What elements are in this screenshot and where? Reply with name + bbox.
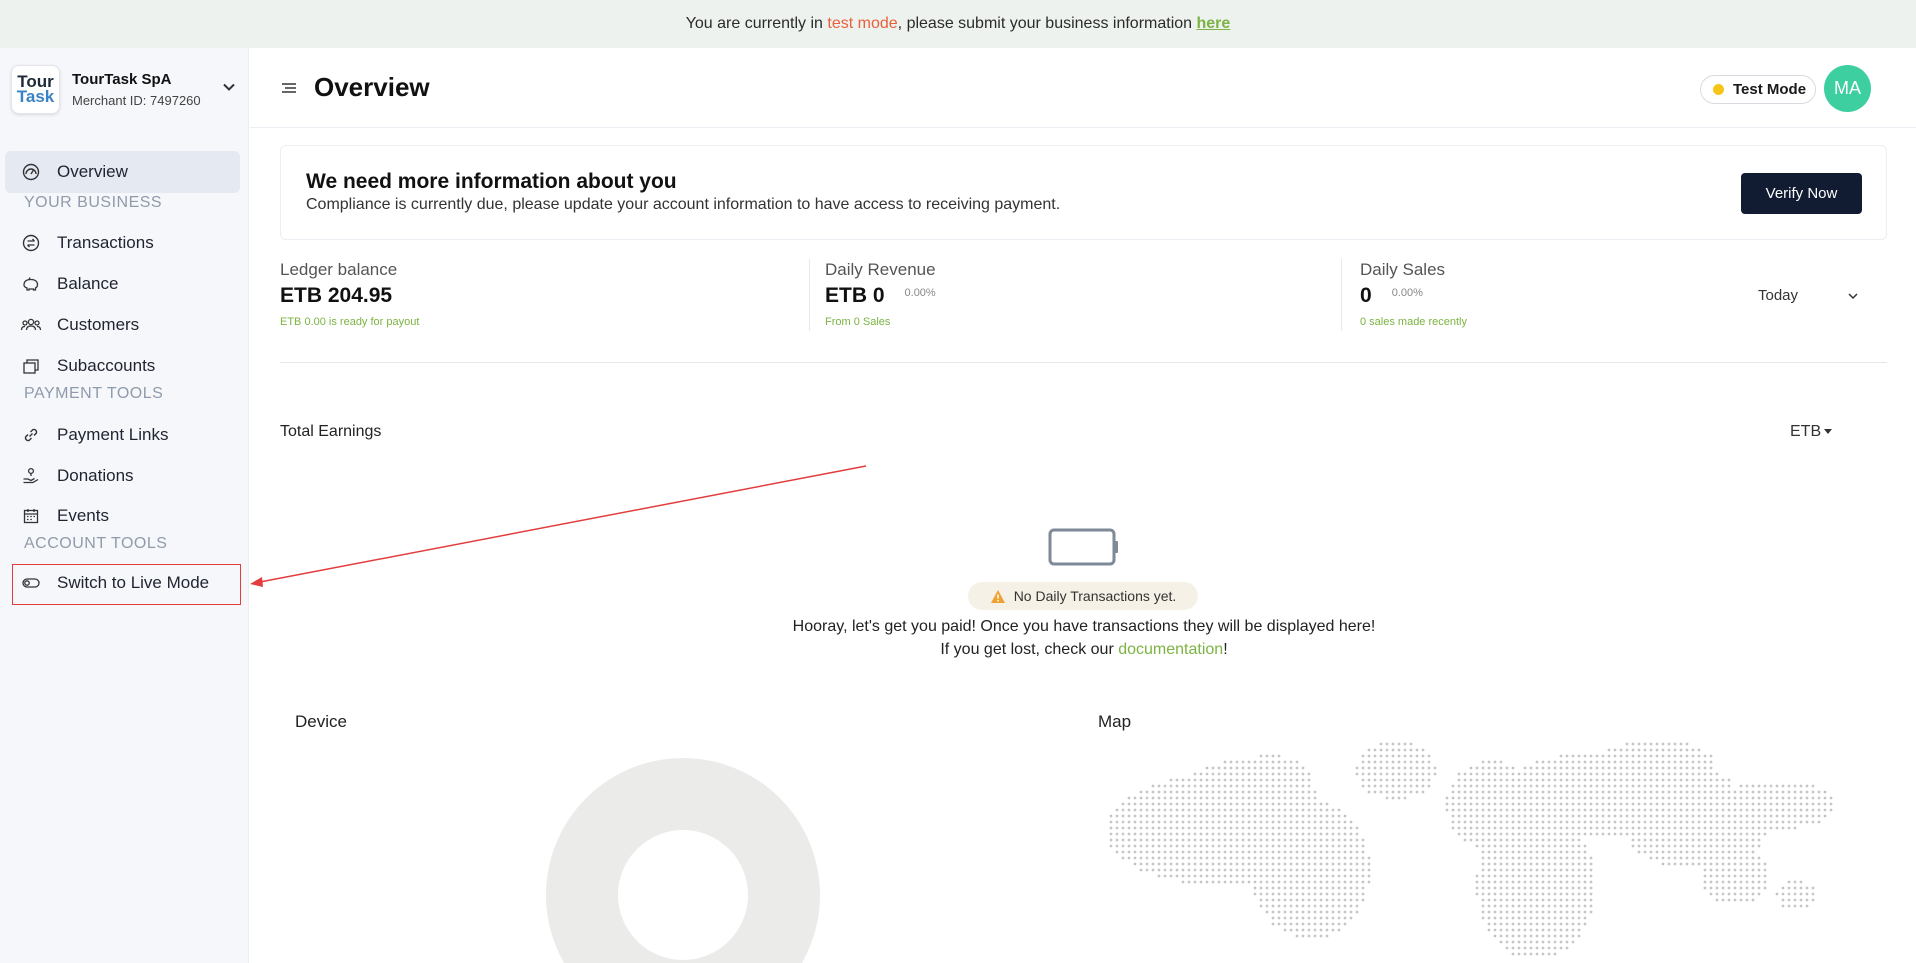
test-mode-banner: You are currently in test mode, please s…: [0, 0, 1916, 48]
link-icon: [20, 424, 42, 446]
calendar-icon: [20, 505, 42, 527]
chevron-down-icon: [1846, 289, 1860, 307]
compliance-notice-card: We need more information about you Compl…: [280, 145, 1887, 240]
help-suffix: !: [1223, 641, 1228, 658]
sidebar-item-payment-links[interactable]: Payment Links: [5, 414, 240, 456]
merchant-id: Merchant ID: 7497260: [72, 92, 201, 108]
stat-daily-revenue: Daily Revenue ETB 0 0.00% From 0 Sales: [825, 260, 936, 332]
currency-dropdown[interactable]: ETB: [1790, 423, 1833, 441]
map-panel-title: Map: [1098, 712, 1132, 731]
stat-subtext: 0 sales made recently: [1360, 316, 1467, 328]
sidebar-item-label: Subaccounts: [57, 356, 156, 375]
sidebar: Tour Task TourTask SpA Merchant ID: 7497…: [0, 48, 249, 963]
test-mode-badge[interactable]: Test Mode: [1700, 75, 1816, 104]
piggy-bank-icon: [20, 273, 42, 295]
stat-percent: 0.00%: [1391, 287, 1423, 299]
test-mode-label: Test Mode: [1733, 81, 1807, 98]
stat-label: Daily Sales: [1360, 260, 1446, 279]
notice-title: We need more information about you: [306, 170, 677, 193]
empty-battery-icon: [1048, 528, 1120, 571]
device-donut-chart: [546, 758, 820, 963]
no-transactions-badge: No Daily Transactions yet.: [968, 582, 1198, 610]
sidebar-item-label: Transactions: [57, 233, 154, 252]
banner-middle: , please submit your business informatio…: [897, 15, 1193, 32]
empty-state-message: Hooray, let's get you paid! Once you hav…: [792, 618, 1376, 635]
stat-value: ETB 0 0.00%: [825, 284, 936, 308]
device-panel-title: Device: [295, 712, 347, 731]
stat-value: ETB 204.95: [280, 284, 419, 308]
chevron-down-icon[interactable]: [221, 79, 237, 100]
banner-mode-text: test mode: [827, 15, 898, 32]
stat-label: Daily Revenue: [825, 260, 936, 279]
stat-divider: [1341, 259, 1342, 331]
sidebar-item-label: Donations: [57, 466, 134, 485]
sidebar-item-label: Payment Links: [57, 425, 169, 444]
sidebar-item-label: Overview: [57, 162, 128, 181]
sidebar-item-transactions[interactable]: Transactions: [5, 222, 240, 264]
page-header: Overview Test Mode MA: [250, 48, 1916, 128]
total-earnings-label: Total Earnings: [280, 423, 382, 440]
stat-value-text: ETB 0: [825, 284, 885, 307]
section-label-payment-tools: PAYMENT TOOLS: [24, 385, 164, 402]
donation-hand-icon: [20, 465, 42, 487]
banner-here-link[interactable]: here: [1197, 15, 1231, 33]
transactions-icon: [20, 232, 42, 254]
stat-label: Ledger balance: [280, 260, 398, 279]
stat-percent: 0.00%: [904, 287, 936, 299]
banner-prefix: You are currently in: [685, 15, 823, 32]
badge-text: No Daily Transactions yet.: [1013, 588, 1177, 604]
empty-state-help: If you get lost, check our documentation…: [700, 641, 1468, 659]
avatar[interactable]: MA: [1824, 65, 1871, 112]
stat-value-text: 0: [1360, 284, 1372, 307]
stat-ledger-balance: Ledger balance ETB 204.95 ETB 0.00 is re…: [280, 260, 419, 332]
stat-subtext: ETB 0.00 is ready for payout: [280, 316, 420, 328]
sidebar-item-donations[interactable]: Donations: [5, 455, 240, 497]
documentation-link[interactable]: documentation: [1118, 641, 1223, 658]
currency-selected-value: ETB: [1790, 423, 1822, 440]
period-select[interactable]: Today: [1758, 287, 1868, 307]
sidebar-item-balance[interactable]: Balance: [5, 263, 240, 305]
stat-value: 0 0.00%: [1360, 284, 1467, 308]
stacked-cards-icon: [20, 355, 42, 377]
verify-now-button[interactable]: Verify Now: [1741, 173, 1862, 214]
caret-down-icon: [1824, 429, 1833, 435]
section-divider: [280, 362, 1887, 363]
stat-value-text: ETB 204.95: [280, 284, 393, 307]
help-prefix: If you get lost, check our: [940, 641, 1119, 658]
sidebar-item-label: Balance: [57, 274, 119, 293]
stat-divider: [809, 259, 810, 331]
merchant-name: TourTask SpA: [72, 70, 172, 88]
stat-subtext: From 0 Sales: [825, 316, 891, 328]
sidebar-item-label: Customers: [57, 315, 140, 334]
menu-toggle-icon[interactable]: [280, 81, 298, 100]
stat-daily-sales: Daily Sales 0 0.00% 0 sales made recently: [1360, 260, 1467, 332]
world-map-dotted: [1096, 735, 1866, 963]
logo-line2: Task: [16, 87, 55, 106]
dashboard-gauge-icon: [20, 161, 42, 183]
users-icon: [20, 314, 42, 336]
sidebar-item-overview[interactable]: Overview: [5, 151, 240, 193]
sidebar-item-customers[interactable]: Customers: [5, 304, 240, 346]
annotation-highlight-box: [12, 564, 241, 605]
section-label-account-tools: ACCOUNT TOOLS: [24, 535, 168, 552]
period-selected-value: Today: [1758, 287, 1799, 304]
notice-description: Compliance is currently due, please upda…: [306, 196, 1061, 213]
page-title: Overview: [314, 72, 430, 102]
sidebar-item-events[interactable]: Events: [5, 495, 240, 537]
status-dot-icon: [1713, 84, 1724, 95]
section-label-business: YOUR BUSINESS: [24, 194, 163, 211]
sidebar-item-subaccounts[interactable]: Subaccounts: [5, 345, 240, 387]
warning-icon: [990, 589, 1006, 604]
merchant-switcher[interactable]: Tour Task TourTask SpA Merchant ID: 7497…: [11, 63, 237, 115]
merchant-logo: Tour Task: [11, 64, 60, 114]
sidebar-item-label: Events: [57, 506, 109, 525]
